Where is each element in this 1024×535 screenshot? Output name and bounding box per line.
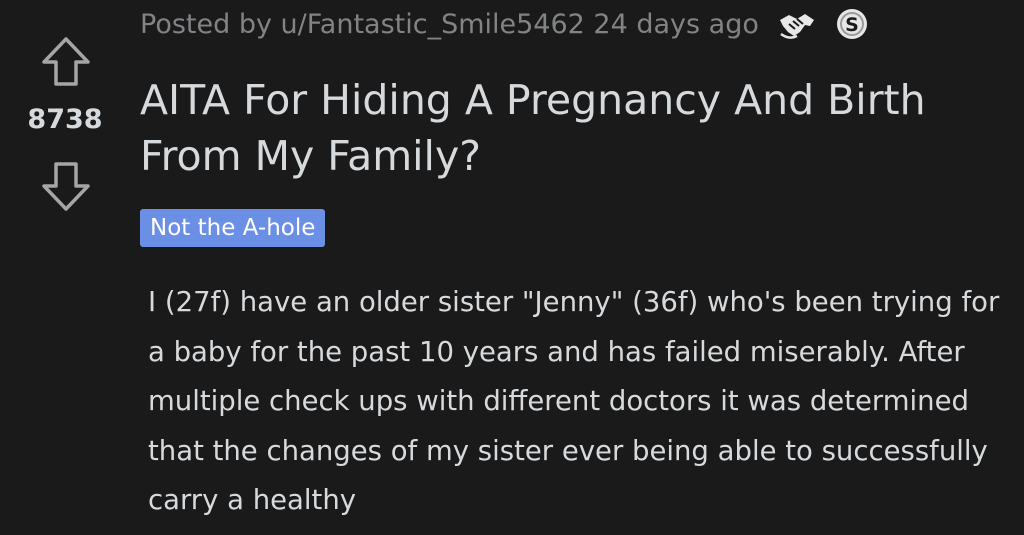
upvote-arrow-icon[interactable] <box>38 34 94 90</box>
handshake-award-icon[interactable] <box>777 6 817 42</box>
post-meta-text: Posted by u/Fantastic_Smile5462 24 days … <box>140 8 759 40</box>
silver-award-letter: S <box>845 14 859 36</box>
downvote-arrow-icon[interactable] <box>38 158 94 214</box>
vote-score: 8738 <box>27 104 103 135</box>
silver-award-icon[interactable]: S <box>835 7 869 41</box>
post-meta: Posted by u/Fantastic_Smile5462 24 days … <box>140 6 869 42</box>
post-title[interactable]: AITA For Hiding A Pregnancy And Birth Fr… <box>140 72 1020 184</box>
post-flair[interactable]: Not the A-hole <box>140 209 326 247</box>
post-body: I (27f) have an older sister "Jenny" (36… <box>148 286 1000 516</box>
reddit-post: 8738 Posted by u/Fantastic_Smile5462 24 … <box>0 0 1024 535</box>
